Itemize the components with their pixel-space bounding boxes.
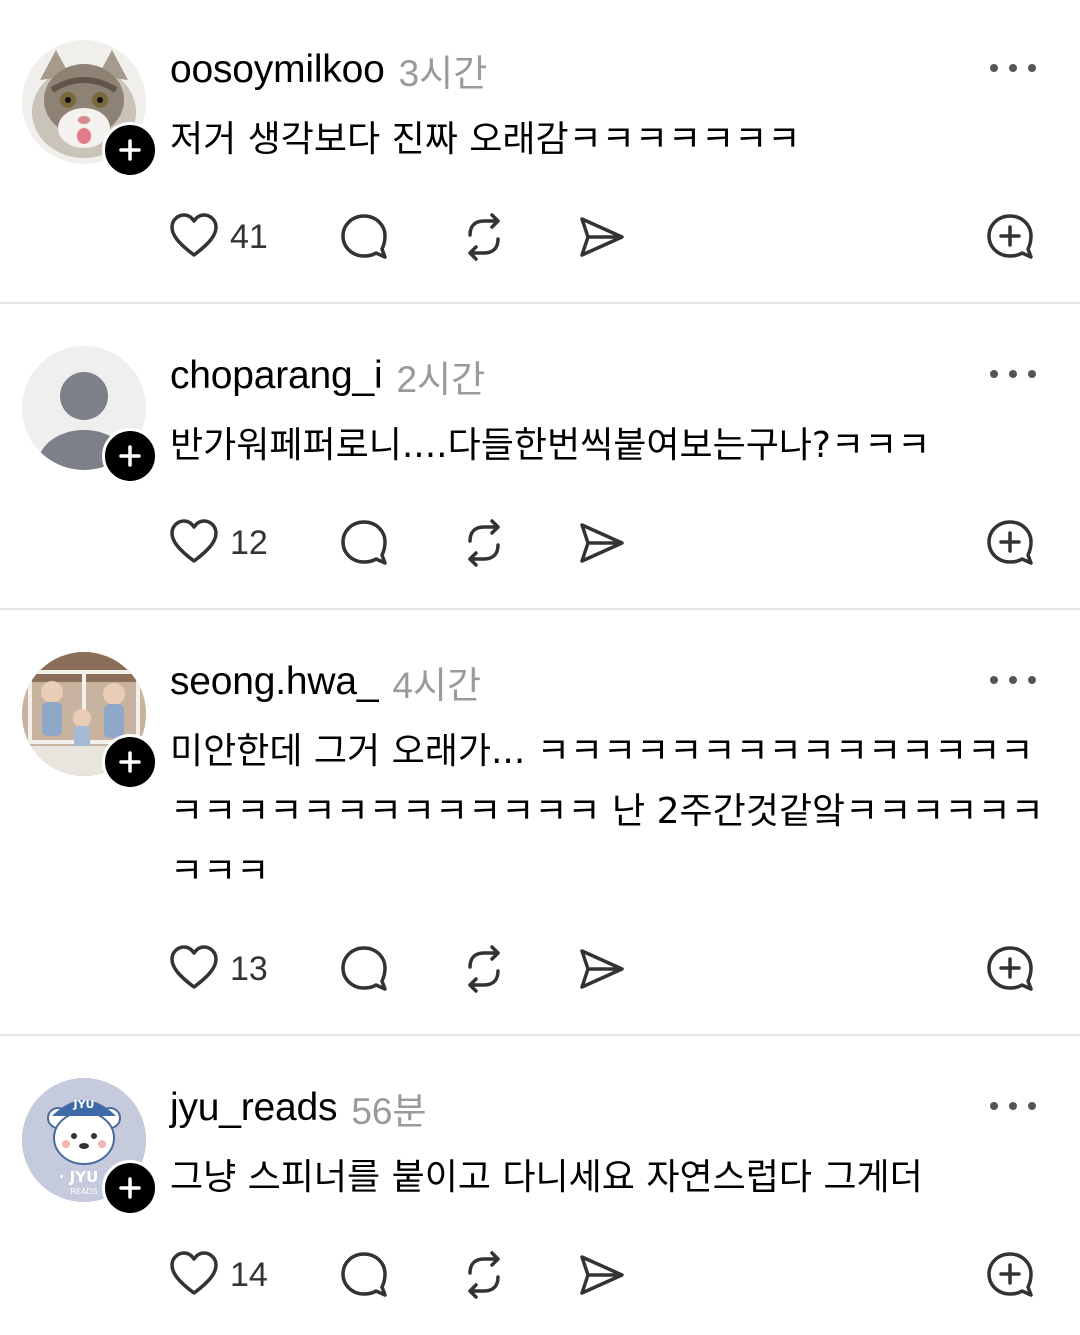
avatar[interactable] [22,652,158,790]
plus-icon [119,139,141,161]
heart-icon [170,945,218,989]
divider [0,302,1080,304]
like-count: 12 [230,523,268,562]
heart-icon [170,213,218,257]
quote-button[interactable] [984,207,1036,267]
post-text: 그냥 스피너를 붙이고 다니세요 자연스럽다 그게더 [170,1157,923,1198]
post-text: 미안한데 그거 오래가... ㅋㅋㅋㅋㅋㅋㅋㅋㅋㅋㅋㅋㅋㅋㅋㅋㅋㅋㅋㅋㅋㅋㅋㅋㅋ… [170,731,1044,892]
follow-button[interactable] [102,428,158,484]
comment-icon [341,520,387,565]
reply-button[interactable] [338,207,390,267]
avatar[interactable] [22,346,158,484]
timestamp: 4시간 [392,665,482,706]
repost-button[interactable] [458,207,510,267]
repost-button[interactable] [458,939,510,999]
share-button[interactable] [576,513,628,573]
timestamp: 56분 [351,1091,427,1132]
timestamp: 2시간 [396,359,486,400]
post-text: 저거 생각보다 진짜 오래감ㅋㅋㅋㅋㅋㅋㅋ [170,119,801,160]
repost-icon [468,945,500,993]
like-button[interactable]: 13 [168,939,268,999]
add-comment-icon [987,520,1033,565]
more-options-icon[interactable] [990,58,1036,78]
action-bar: 13 [0,939,1080,999]
repost-icon [468,213,500,261]
post-header: jyu_reads 56분 [170,1080,427,1136]
follow-button[interactable] [102,734,158,790]
more-options-icon[interactable] [990,364,1036,384]
username[interactable]: jyu_reads [170,1086,338,1130]
follow-button[interactable] [102,1160,158,1216]
add-comment-icon [987,214,1033,259]
plus-icon [119,445,141,467]
like-count: 14 [230,1255,268,1294]
repost-icon [468,1251,500,1299]
plus-icon [119,751,141,773]
divider [0,1034,1080,1036]
avatar[interactable] [22,40,158,178]
quote-button[interactable] [984,1245,1036,1305]
follow-button[interactable] [102,122,158,178]
like-button[interactable]: 14 [168,1245,268,1305]
like-button[interactable]: 12 [168,513,268,573]
share-button[interactable] [576,1245,628,1305]
send-icon [580,523,624,563]
plus-icon [119,1177,141,1199]
reply-button[interactable] [338,939,390,999]
repost-icon [468,519,500,567]
share-button[interactable] [576,207,628,267]
post-header: seong.hwa_ 4시간 [170,654,481,710]
comment-icon [341,214,387,259]
heart-icon [170,1251,218,1295]
action-bar: 41 [0,207,1080,267]
add-comment-icon [987,1252,1033,1297]
username[interactable]: oosoymilkoo [170,48,385,92]
add-comment-icon [987,946,1033,991]
send-icon [580,949,624,989]
divider [0,608,1080,610]
comment-icon [341,946,387,991]
quote-button[interactable] [984,939,1036,999]
post-header: oosoymilkoo 3시간 [170,42,487,98]
post-text: 반가워페퍼로니....다들한번씩붙여보는구나?ㅋㅋㅋ [170,425,931,466]
send-icon [580,1255,624,1295]
repost-button[interactable] [458,1245,510,1305]
reply-button[interactable] [338,513,390,573]
quote-button[interactable] [984,513,1036,573]
reply-button[interactable] [338,1245,390,1305]
avatar-logo-text: JYU [73,1098,95,1111]
repost-button[interactable] [458,513,510,573]
like-button[interactable]: 41 [168,207,268,267]
timestamp: 3시간 [398,53,488,94]
comment-icon [341,1252,387,1297]
avatar-logo-text: READS [70,1187,97,1196]
username[interactable]: seong.hwa_ [170,660,379,704]
username[interactable]: choparang_i [170,354,383,398]
avatar[interactable]: JYU · JYU · READS [22,1078,158,1216]
heart-icon [170,519,218,563]
send-icon [580,217,624,257]
like-count: 41 [230,217,268,256]
like-count: 13 [230,949,268,988]
more-options-icon[interactable] [990,670,1036,690]
action-bar: 12 [0,513,1080,573]
post-header: choparang_i 2시간 [170,348,485,404]
action-bar: 14 [0,1245,1080,1305]
share-button[interactable] [576,939,628,999]
more-options-icon[interactable] [990,1096,1036,1116]
